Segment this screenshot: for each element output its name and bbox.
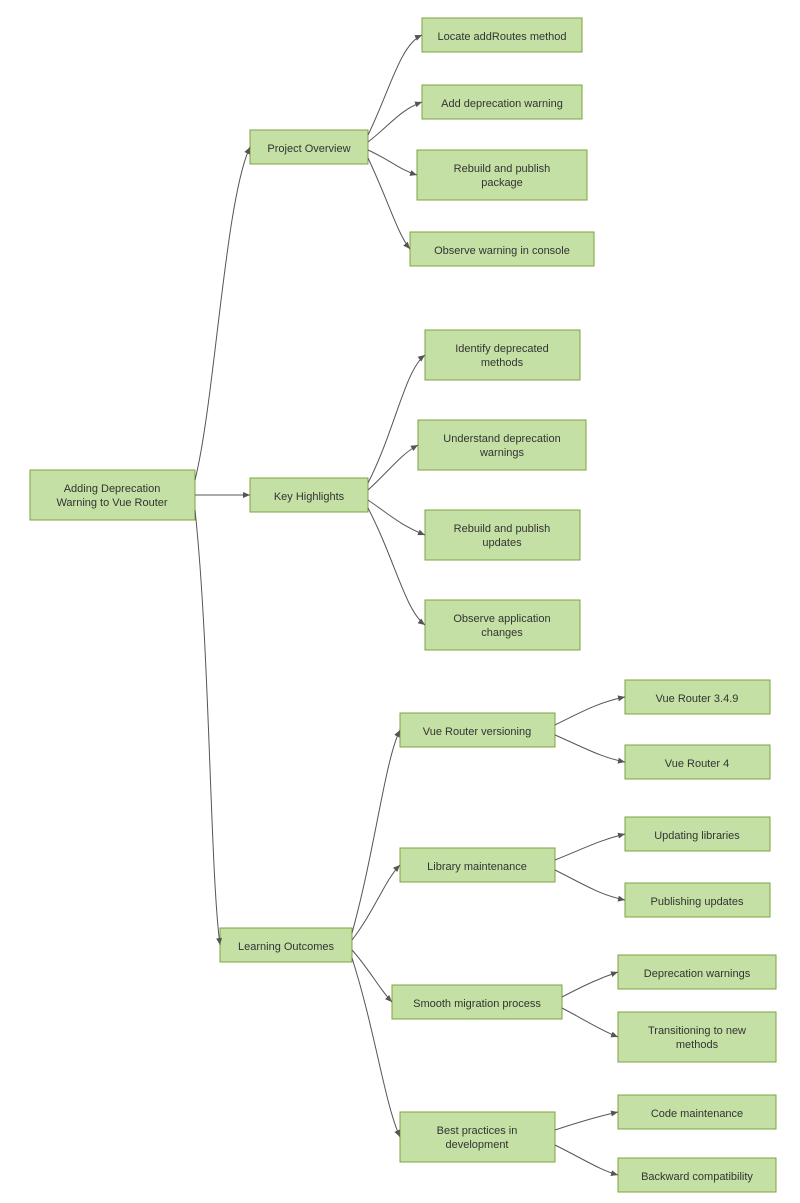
svg-text:Updating libraries: Updating libraries	[654, 830, 740, 842]
overview-child-1: Add deprecation warning	[422, 85, 582, 119]
root-label-line1: Adding Deprecation	[64, 483, 161, 495]
svg-text:Rebuild and publish: Rebuild and publish	[454, 523, 551, 535]
branch-outcomes: Learning Outcomes	[220, 928, 352, 962]
edge	[368, 500, 425, 535]
highlights-child-1: Understand deprecation warnings	[418, 420, 586, 470]
outcomes-3-child-0: Code maintenance	[618, 1095, 776, 1129]
edge	[195, 147, 250, 480]
svg-text:Observe application: Observe application	[453, 613, 550, 625]
outcomes-child-2: Smooth migration process	[392, 985, 562, 1019]
outcomes-0-child-1: Vue Router 4	[625, 745, 770, 779]
edge	[555, 870, 625, 900]
branch-label: Project Overview	[267, 143, 350, 155]
edge	[368, 508, 425, 625]
edge	[562, 972, 618, 997]
outcomes-1-child-0: Updating libraries	[625, 817, 770, 851]
svg-text:development: development	[446, 1139, 509, 1151]
edge	[555, 697, 625, 725]
highlights-child-0: Identify deprecated methods	[425, 330, 580, 380]
overview-child-3: Observe warning in console	[410, 232, 594, 266]
svg-text:Rebuild and publish: Rebuild and publish	[454, 163, 551, 175]
svg-text:Smooth migration process: Smooth migration process	[413, 998, 541, 1010]
edge	[562, 1008, 618, 1037]
edge	[195, 510, 220, 945]
svg-text:Deprecation warnings: Deprecation warnings	[644, 968, 751, 980]
edge	[368, 35, 422, 135]
svg-text:Observe warning in console: Observe warning in console	[434, 245, 570, 257]
svg-text:changes: changes	[481, 627, 523, 639]
branch-label: Key Highlights	[274, 491, 345, 503]
svg-text:Vue Router 3.4.9: Vue Router 3.4.9	[656, 693, 739, 705]
branch-overview: Project Overview	[250, 130, 368, 164]
edge	[555, 1145, 618, 1175]
root-node: Adding Deprecation Warning to Vue Router	[30, 470, 195, 520]
svg-text:warnings: warnings	[479, 447, 525, 459]
svg-text:Identify deprecated: Identify deprecated	[455, 343, 549, 355]
svg-text:Publishing updates: Publishing updates	[651, 896, 744, 908]
branch-label: Learning Outcomes	[238, 941, 334, 953]
svg-text:Code maintenance: Code maintenance	[651, 1108, 743, 1120]
svg-text:Add deprecation warning: Add deprecation warning	[441, 98, 563, 110]
highlights-child-2: Rebuild and publish updates	[425, 510, 580, 560]
edge	[352, 950, 392, 1002]
branch-highlights: Key Highlights	[250, 478, 368, 512]
svg-text:Transitioning to new: Transitioning to new	[648, 1025, 746, 1037]
edge	[368, 355, 425, 483]
svg-text:Library maintenance: Library maintenance	[427, 861, 527, 873]
outcomes-1-child-1: Publishing updates	[625, 883, 770, 917]
highlights-child-3: Observe application changes	[425, 600, 580, 650]
edge	[352, 865, 400, 940]
edge	[368, 102, 422, 142]
edge	[555, 735, 625, 762]
outcomes-0-child-0: Vue Router 3.4.9	[625, 680, 770, 714]
overview-child-0: Locate addRoutes method	[422, 18, 582, 52]
overview-child-2: Rebuild and publish package	[417, 150, 587, 200]
svg-text:methods: methods	[676, 1039, 719, 1051]
svg-text:Understand deprecation: Understand deprecation	[443, 433, 560, 445]
svg-text:updates: updates	[482, 537, 522, 549]
svg-text:Best practices in: Best practices in	[437, 1125, 518, 1137]
svg-text:Locate addRoutes method: Locate addRoutes method	[437, 31, 566, 43]
edge	[555, 834, 625, 860]
svg-text:Vue Router 4: Vue Router 4	[665, 758, 729, 770]
outcomes-child-3: Best practices in development	[400, 1112, 555, 1162]
outcomes-2-child-1: Transitioning to new methods	[618, 1012, 776, 1062]
outcomes-2-child-0: Deprecation warnings	[618, 955, 776, 989]
root-label-line2: Warning to Vue Router	[56, 497, 167, 509]
svg-text:package: package	[481, 177, 523, 189]
outcomes-child-1: Library maintenance	[400, 848, 555, 882]
edge	[555, 1112, 618, 1130]
outcomes-3-child-1: Backward compatibility	[618, 1158, 776, 1192]
edge	[368, 158, 410, 249]
svg-text:Vue Router versioning: Vue Router versioning	[423, 726, 531, 738]
svg-text:Backward compatibility: Backward compatibility	[641, 1171, 753, 1183]
edge	[368, 150, 417, 175]
outcomes-child-0: Vue Router versioning	[400, 713, 555, 747]
svg-text:methods: methods	[481, 357, 524, 369]
